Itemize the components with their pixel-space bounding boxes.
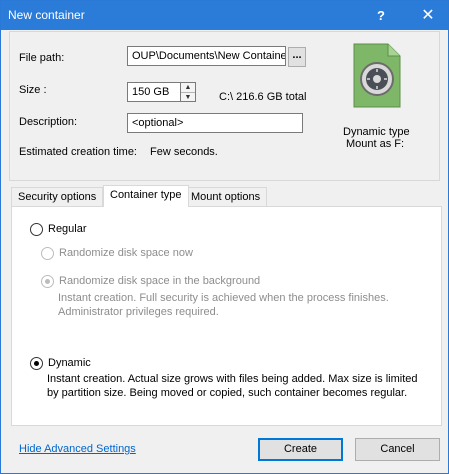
- randomize-now-label: Randomize disk space now: [59, 247, 193, 259]
- container-type-panel: Regular Randomize disk space now Randomi…: [11, 206, 442, 426]
- file-path-field[interactable]: OUP\Documents\New Container: [127, 46, 286, 66]
- browse-button[interactable]: ...: [288, 47, 306, 67]
- new-container-dialog: New container ? ✕ File path: OUP\Documen…: [0, 0, 449, 474]
- tab-container-type[interactable]: Container type: [103, 185, 189, 207]
- title-bar: New container ? ✕: [1, 1, 448, 30]
- safe-icon: [353, 43, 401, 108]
- file-path-label: File path:: [19, 52, 65, 64]
- dynamic-radio[interactable]: [30, 357, 43, 370]
- mount-info: Mount as F:: [346, 138, 405, 150]
- drive-info: C:\ 216.6 GB total: [219, 91, 307, 103]
- create-button[interactable]: Create: [258, 438, 343, 461]
- regular-label: Regular: [48, 223, 87, 235]
- size-field[interactable]: 150 GB: [127, 82, 181, 102]
- container-settings-panel: File path: OUP\Documents\New Container S…: [9, 31, 440, 181]
- hide-advanced-settings-link[interactable]: Hide Advanced Settings: [19, 443, 136, 455]
- container-type-info: Dynamic type: [343, 126, 410, 138]
- window-title: New container: [8, 8, 85, 22]
- size-label: Size :: [19, 84, 47, 96]
- cancel-button[interactable]: Cancel: [355, 438, 440, 461]
- dynamic-description-line1: Instant creation. Actual size grows with…: [47, 373, 418, 385]
- spin-up-icon[interactable]: ▲: [181, 83, 195, 92]
- size-spinner[interactable]: ▲ ▼: [180, 82, 196, 102]
- spin-down-icon[interactable]: ▼: [181, 92, 195, 101]
- randomize-now-radio[interactable]: [41, 247, 54, 260]
- description-field[interactable]: <optional>: [127, 113, 303, 133]
- regular-radio[interactable]: [30, 223, 43, 236]
- randomize-background-description-line2: Administrator privileges required.: [58, 306, 219, 318]
- randomize-background-radio[interactable]: [41, 275, 54, 288]
- help-button[interactable]: ?: [361, 1, 401, 30]
- description-label: Description:: [19, 116, 78, 128]
- dynamic-description-line2: by partition size. Being moved or copied…: [47, 387, 408, 399]
- estimate-value: Few seconds.: [150, 146, 218, 158]
- randomize-background-description-line1: Instant creation. Full security is achie…: [58, 292, 389, 304]
- randomize-background-label: Randomize disk space in the background: [59, 275, 261, 287]
- tab-mount-options[interactable]: Mount options: [184, 187, 268, 207]
- estimate-label: Estimated creation time:: [19, 146, 137, 158]
- tab-security-options[interactable]: Security options: [11, 187, 104, 207]
- dynamic-label: Dynamic: [48, 357, 91, 369]
- close-button[interactable]: ✕: [408, 1, 448, 30]
